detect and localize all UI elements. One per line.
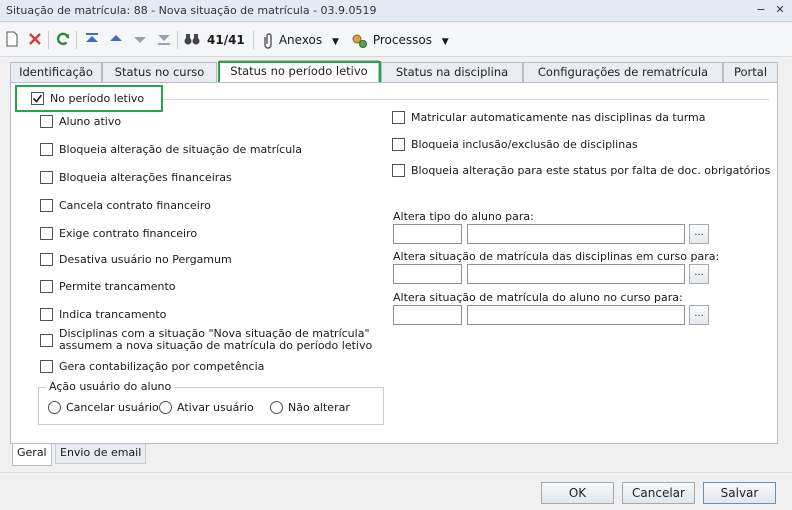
tab-status-no-curso[interactable]: Status no curso: [102, 62, 217, 82]
bottom-tab-strip: Geral Envio de email: [10, 444, 778, 466]
tab-panel: No período letivo Aluno ativo Bloqueia a…: [10, 82, 778, 444]
input-tipo-aluno-code[interactable]: [393, 224, 462, 244]
check-icon: [32, 94, 43, 103]
checkbox-bloqueia-inclusao-exclusao[interactable]: [392, 138, 405, 151]
next-record-button[interactable]: [132, 30, 148, 50]
refresh-icon: [56, 32, 70, 46]
checkbox-bloqueia-alteracoes-financeiras[interactable]: [40, 171, 53, 184]
tab-envio-email[interactable]: Envio de email: [55, 444, 147, 464]
radio-ativar-usuario[interactable]: [159, 401, 172, 414]
tab-status-periodo-letivo[interactable]: Status no período letivo: [219, 60, 379, 83]
checkbox-exige-contrato[interactable]: [40, 227, 53, 240]
checkbox-matricular-automaticamente[interactable]: [392, 111, 405, 124]
checkbox-aluno-ativo[interactable]: [40, 115, 53, 128]
toolbar-separator: [76, 31, 77, 49]
processes-button[interactable]: Processos ▼: [351, 30, 449, 50]
label-bloqueia-alteracoes-financeiras: Bloqueia alterações financeiras: [59, 171, 232, 184]
checkbox-cancela-contrato[interactable]: [40, 199, 53, 212]
lookup-button-situacao-curso[interactable]: ...: [689, 305, 709, 325]
processes-label: Processos: [372, 33, 432, 47]
label-altera-tipo-aluno: Altera tipo do aluno para:: [393, 210, 534, 223]
tab-portal[interactable]: Portal: [723, 62, 778, 82]
label-bloqueia-alteracao-situacao: Bloqueia alteração de situação de matríc…: [59, 143, 302, 156]
label-no-periodo-letivo: No período letivo: [50, 92, 145, 105]
minimize-button[interactable]: −: [754, 2, 768, 18]
toolbar-separator: [177, 31, 178, 49]
input-situacao-curso-code[interactable]: [393, 305, 462, 325]
section-divider: [163, 99, 769, 100]
label-desativa-pergamum: Desativa usuário no Pergamum: [59, 253, 232, 266]
tab-status-disciplina[interactable]: Status na disciplina: [381, 62, 523, 82]
attachments-label: Anexos: [278, 33, 323, 47]
first-record-button[interactable]: [84, 30, 100, 50]
down-arrow-icon: [134, 37, 146, 43]
record-counter: 41/41: [207, 33, 245, 47]
tab-strip: Identificação Status no curso Status no …: [0, 60, 792, 83]
label-indica-trancamento: Indica trancamento: [59, 308, 167, 321]
label-cancelar-usuario: Cancelar usuário: [66, 401, 159, 414]
lookup-button-situacao-disciplinas[interactable]: ...: [689, 264, 709, 284]
attachments-button[interactable]: Anexos ▼: [261, 30, 339, 50]
label-ativar-usuario: Ativar usuário: [177, 401, 254, 414]
tab-identificacao[interactable]: Identificação: [10, 62, 102, 82]
label-permite-trancamento: Permite trancamento: [59, 280, 176, 293]
title-bar: Situação de matrícula: 88 - Nova situaçã…: [0, 0, 792, 22]
delete-button[interactable]: [27, 30, 43, 50]
label-aluno-ativo: Aluno ativo: [59, 115, 122, 128]
last-record-button[interactable]: [156, 30, 172, 50]
checkbox-bloqueia-alteracao-situacao[interactable]: [40, 143, 53, 156]
checkbox-disciplinas-nova-situacao[interactable]: [40, 334, 53, 347]
refresh-button[interactable]: [55, 30, 71, 50]
paperclip-icon: [264, 32, 272, 49]
toolbar: 41/41 Anexos ▼ Processos ▼: [0, 23, 792, 57]
chevron-down-icon: ▼: [441, 37, 449, 47]
input-situacao-curso-description[interactable]: [467, 305, 685, 325]
label-bloqueia-falta-doc: Bloqueia alteração para este status por …: [411, 164, 771, 177]
checkbox-indica-trancamento[interactable]: [40, 308, 53, 321]
tab-configuracoes-rematricula[interactable]: Configurações de rematrícula: [523, 62, 723, 82]
new-document-icon: [6, 31, 18, 47]
radio-nao-alterar[interactable]: [270, 401, 283, 414]
delete-x-icon: [29, 33, 41, 45]
up-arrow-icon: [110, 35, 122, 41]
previous-record-button[interactable]: [108, 30, 124, 50]
label-exige-contrato: Exige contrato financeiro: [59, 227, 198, 240]
checkbox-desativa-pergamum[interactable]: [40, 253, 53, 266]
input-situacao-disciplinas-description[interactable]: [467, 264, 685, 284]
window-title: Situação de matrícula: 88 - Nova situaçã…: [6, 4, 377, 17]
label-disciplinas-nova-situacao: Disciplinas com a situação "Nova situaçã…: [59, 327, 373, 352]
label-bloqueia-inclusao-exclusao: Bloqueia inclusão/exclusão de disciplina…: [411, 138, 638, 151]
label-matricular-automaticamente: Matricular automaticamente nas disciplin…: [411, 111, 706, 124]
last-arrow-icon: [158, 35, 170, 45]
toolbar-separator: [253, 31, 254, 49]
checkbox-no-periodo-letivo[interactable]: [31, 92, 44, 105]
gears-icon: [352, 34, 367, 48]
label-nao-alterar: Não alterar: [288, 401, 350, 414]
chevron-down-icon: ▼: [331, 37, 339, 47]
first-arrow-icon: [86, 33, 98, 42]
checkbox-permite-trancamento[interactable]: [40, 280, 53, 293]
user-action-title: Ação usuário do aluno: [46, 380, 175, 393]
close-button[interactable]: ✕: [773, 2, 787, 18]
radio-cancelar-usuario[interactable]: [48, 401, 61, 414]
search-button[interactable]: [183, 30, 201, 50]
save-button[interactable]: Salvar: [703, 482, 776, 504]
label-gera-contabilizacao: Gera contabilização por competência: [59, 360, 265, 373]
tab-geral[interactable]: Geral: [12, 444, 52, 466]
label-cancela-contrato: Cancela contrato financeiro: [59, 199, 211, 212]
checkbox-gera-contabilizacao[interactable]: [40, 360, 53, 373]
cancel-button[interactable]: Cancelar: [622, 482, 695, 504]
ok-button[interactable]: OK: [541, 482, 614, 504]
footer-divider: [0, 472, 792, 473]
label-altera-situacao-disciplinas: Altera situação de matrícula das discipl…: [393, 250, 720, 263]
new-button[interactable]: [5, 30, 19, 50]
binoculars-icon: [184, 34, 200, 45]
toolbar-separator: [48, 31, 49, 49]
checkbox-bloqueia-falta-doc[interactable]: [392, 164, 405, 177]
input-situacao-disciplinas-code[interactable]: [393, 264, 462, 284]
input-tipo-aluno-description[interactable]: [467, 224, 685, 244]
lookup-button-tipo-aluno[interactable]: ...: [689, 224, 709, 244]
label-altera-situacao-curso: Altera situação de matrícula do aluno no…: [393, 291, 683, 304]
